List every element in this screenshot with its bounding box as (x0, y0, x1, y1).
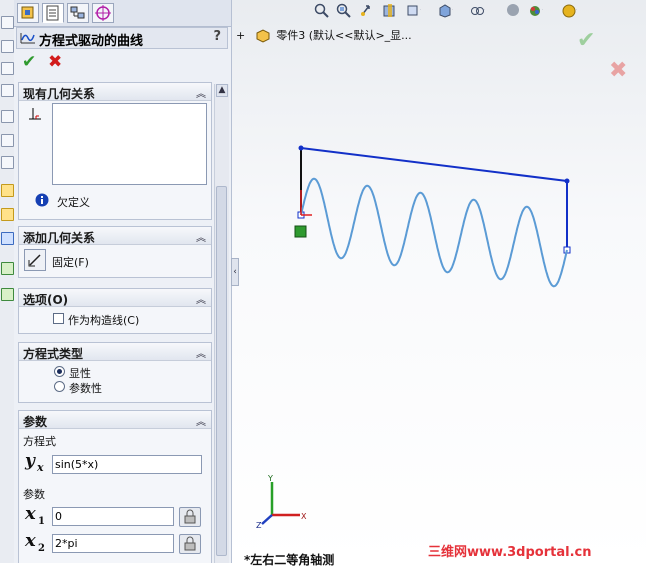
property-sections: 现有几何关系 ︽ 欠定义 添加几何关系 ︽ 固定(F) 选项(O) ︽ 作为构造… (18, 82, 212, 563)
dimxpert-tab[interactable] (92, 3, 114, 23)
definition-status: 欠定义 (57, 196, 90, 209)
sketch-point[interactable] (298, 145, 304, 151)
equation-curve[interactable] (300, 177, 568, 288)
section-title: 添加几何关系 (23, 231, 96, 245)
dimxpert-icon (95, 5, 111, 21)
configuration-manager-icon (70, 6, 85, 19)
lock-icon (184, 536, 196, 551)
x1-icon: x 1 (24, 503, 45, 527)
property-manager-icon (46, 5, 59, 21)
sketch-line-top[interactable] (300, 147, 568, 182)
section-title: 参数 (23, 415, 48, 429)
fix-relation-label: 固定(F) (52, 256, 89, 269)
section-header[interactable]: 选项(O) ︽ (19, 289, 211, 307)
x2-end-input[interactable] (52, 534, 174, 553)
parameters-section: 参数 ︽ 方程式 y x 参数 x 1 x 2 (18, 410, 212, 563)
equation-curve-icon (20, 33, 35, 44)
fix-relation-button[interactable] (24, 249, 46, 271)
sketch-tool-icon[interactable] (1, 62, 14, 75)
section-header[interactable]: 参数 ︽ (19, 411, 211, 429)
svg-text:1: 1 (38, 516, 45, 527)
feature-title-bar: 方程式驱动的曲线 ? (16, 27, 228, 49)
feature-manager-tab[interactable] (17, 3, 39, 23)
svg-text:x: x (36, 461, 44, 474)
view-orientation-name: *左右二等角轴测 (244, 553, 335, 567)
repair-icon[interactable] (1, 288, 14, 301)
manager-tabs (14, 0, 231, 27)
svg-text:Y: Y (267, 474, 273, 483)
relation-icon[interactable] (1, 232, 14, 245)
section-header[interactable]: 添加几何关系 ︽ (19, 227, 211, 245)
section-title: 现有几何关系 (23, 87, 96, 101)
info-icon (35, 193, 49, 207)
options-section: 选项(O) ︽ 作为构造线(C) (18, 288, 212, 334)
section-header[interactable]: 现有几何关系 ︽ (19, 83, 211, 101)
explicit-label: 显性 (69, 367, 91, 380)
relations-listbox[interactable] (52, 103, 207, 185)
sketch-canvas: Y X Z (256, 145, 571, 530)
collapse-icon[interactable]: ︽ (196, 229, 206, 244)
yx-equation-input[interactable] (52, 455, 202, 474)
equation-type-section: 方程式类型 ︽ 显性 参数性 (18, 342, 212, 403)
sketch-tool-icon[interactable] (1, 40, 14, 53)
svg-text:x: x (24, 530, 36, 551)
sketch-tool-icon[interactable] (1, 110, 14, 123)
svg-text:2: 2 (38, 543, 45, 554)
collapse-icon[interactable]: ︽ (196, 291, 206, 306)
section-title: 方程式类型 (23, 347, 84, 361)
cancel-icon[interactable]: ✖ (48, 53, 62, 71)
params-label: 参数 (23, 488, 45, 501)
property-manager-panel: 方程式驱动的曲线 ? ✔ ✖ 现有几何关系 ︽ 欠定义 添加几何关系 ︽ 固定(… (14, 0, 232, 563)
sketch-tool-icon[interactable] (1, 134, 14, 147)
construction-checkbox[interactable] (53, 313, 64, 324)
feature-title: 方程式驱动的曲线 (39, 34, 144, 49)
explicit-radio[interactable] (54, 366, 65, 377)
section-header[interactable]: 方程式类型 ︽ (19, 343, 211, 361)
sketch-tool-icon[interactable] (1, 156, 14, 169)
x2-icon: x 2 (24, 530, 45, 554)
collapse-icon[interactable]: ︽ (196, 345, 206, 360)
repair-icon[interactable] (1, 262, 14, 275)
relation-type-icon (29, 108, 41, 120)
sketch-point[interactable] (564, 178, 570, 184)
feature-manager-icon (21, 6, 34, 19)
parametric-label: 参数性 (69, 382, 102, 395)
help-button[interactable]: ? (213, 29, 221, 44)
fix-anchor-icon (28, 254, 41, 267)
panel-scrollbar[interactable]: ▲ (214, 84, 229, 563)
property-manager-tab[interactable] (42, 3, 64, 23)
collapse-icon[interactable]: ︽ (196, 413, 206, 428)
x1-lock-button[interactable] (179, 507, 201, 527)
svg-text:Z: Z (256, 521, 262, 530)
add-relations-section: 添加几何关系 ︽ 固定(F) (18, 226, 212, 278)
construction-label: 作为构造线(C) (68, 314, 140, 327)
x2-lock-button[interactable] (179, 534, 201, 554)
scroll-up-icon[interactable]: ▲ (216, 84, 228, 97)
x1-start-input[interactable] (52, 507, 174, 526)
existing-relations-section: 现有几何关系 ︽ 欠定义 (18, 82, 212, 220)
collapse-icon[interactable]: ︽ (196, 85, 206, 100)
watermark: 三维网www.3dportal.cn (428, 545, 592, 560)
section-title: 选项(O) (23, 293, 69, 307)
fix-relation-marker-icon (294, 225, 307, 238)
parametric-radio[interactable] (54, 381, 65, 392)
ok-cancel-bar: ✔ ✖ (20, 53, 80, 73)
svg-text:y: y (24, 451, 36, 471)
sketch-tool-icon[interactable] (1, 84, 14, 97)
sketch-tools-strip (0, 0, 15, 563)
configuration-manager-tab[interactable] (67, 3, 89, 23)
sketch-tool-icon[interactable] (1, 16, 14, 29)
lock-icon (184, 509, 196, 524)
pencil-icon[interactable] (1, 208, 14, 221)
pencil-icon[interactable] (1, 184, 14, 197)
scroll-thumb[interactable] (216, 186, 227, 556)
yx-icon: y x (24, 451, 44, 474)
equation-label: 方程式 (23, 435, 56, 448)
ok-icon[interactable]: ✔ (22, 53, 36, 71)
svg-text:X: X (301, 512, 307, 521)
svg-text:x: x (24, 503, 36, 524)
orientation-triad: Y X Z (256, 474, 307, 530)
